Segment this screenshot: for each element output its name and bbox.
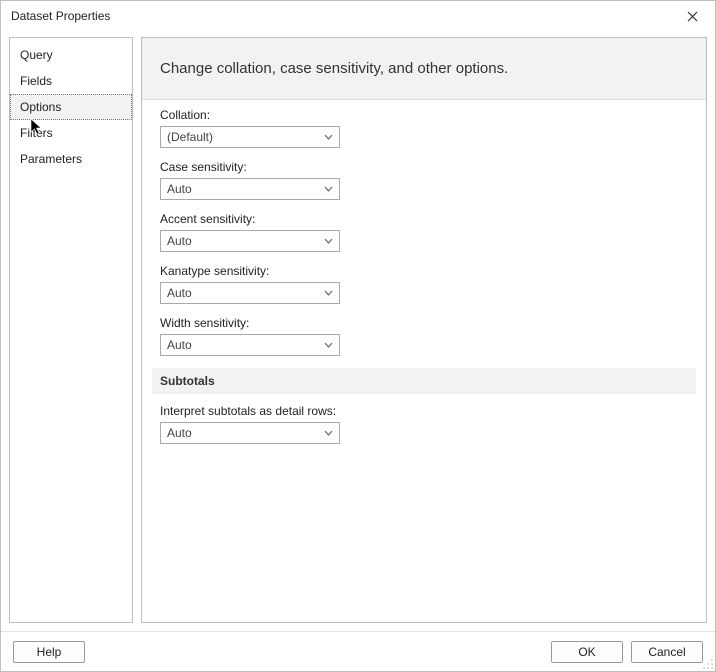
close-button[interactable]: [677, 6, 707, 26]
dialog-body: Query Fields Options Filters Parameters …: [1, 31, 715, 631]
subtotals-section-header: Subtotals: [152, 368, 696, 394]
sidebar: Query Fields Options Filters Parameters: [9, 37, 133, 623]
close-icon: [687, 11, 698, 22]
case-sensitivity-value: Auto: [167, 182, 323, 196]
chevron-down-icon: [323, 288, 333, 298]
sidebar-item-label: Fields: [20, 74, 52, 88]
sidebar-item-label: Options: [20, 100, 61, 114]
chevron-down-icon: [323, 132, 333, 142]
help-button[interactable]: Help: [13, 641, 85, 663]
titlebar: Dataset Properties: [1, 1, 715, 31]
field-collation: Collation: (Default): [160, 108, 688, 148]
accent-sensitivity-value: Auto: [167, 234, 323, 248]
sidebar-item-filters[interactable]: Filters: [10, 120, 132, 146]
chevron-down-icon: [323, 340, 333, 350]
page-heading: Change collation, case sensitivity, and …: [142, 38, 706, 100]
collation-value: (Default): [167, 130, 323, 144]
field-accent-sensitivity: Accent sensitivity: Auto: [160, 212, 688, 252]
interpret-subtotals-label: Interpret subtotals as detail rows:: [160, 404, 688, 418]
sidebar-item-label: Filters: [20, 126, 53, 140]
dialog-footer: Help OK Cancel: [1, 631, 715, 671]
dataset-properties-dialog: Dataset Properties Query Fields Options …: [0, 0, 716, 672]
sidebar-item-options[interactable]: Options: [10, 94, 132, 120]
kanatype-sensitivity-value: Auto: [167, 286, 323, 300]
field-kanatype-sensitivity: Kanatype sensitivity: Auto: [160, 264, 688, 304]
chevron-down-icon: [323, 236, 333, 246]
ok-button[interactable]: OK: [551, 641, 623, 663]
interpret-subtotals-select[interactable]: Auto: [160, 422, 340, 444]
cancel-button[interactable]: Cancel: [631, 641, 703, 663]
resize-grip-icon[interactable]: [702, 658, 714, 670]
kanatype-sensitivity-label: Kanatype sensitivity:: [160, 264, 688, 278]
width-sensitivity-label: Width sensitivity:: [160, 316, 688, 330]
collation-label: Collation:: [160, 108, 688, 122]
sidebar-item-fields[interactable]: Fields: [10, 68, 132, 94]
field-case-sensitivity: Case sensitivity: Auto: [160, 160, 688, 200]
chevron-down-icon: [323, 428, 333, 438]
dialog-title: Dataset Properties: [11, 9, 677, 23]
case-sensitivity-label: Case sensitivity:: [160, 160, 688, 174]
sidebar-item-parameters[interactable]: Parameters: [10, 146, 132, 172]
interpret-subtotals-value: Auto: [167, 426, 323, 440]
accent-sensitivity-select[interactable]: Auto: [160, 230, 340, 252]
kanatype-sensitivity-select[interactable]: Auto: [160, 282, 340, 304]
sidebar-item-label: Query: [20, 48, 53, 62]
width-sensitivity-value: Auto: [167, 338, 323, 352]
field-width-sensitivity: Width sensitivity: Auto: [160, 316, 688, 356]
main-panel: Change collation, case sensitivity, and …: [141, 37, 707, 623]
sidebar-item-label: Parameters: [20, 152, 82, 166]
case-sensitivity-select[interactable]: Auto: [160, 178, 340, 200]
width-sensitivity-select[interactable]: Auto: [160, 334, 340, 356]
collation-select[interactable]: (Default): [160, 126, 340, 148]
chevron-down-icon: [323, 184, 333, 194]
accent-sensitivity-label: Accent sensitivity:: [160, 212, 688, 226]
options-content: Collation: (Default) Case sensitivity: A…: [142, 100, 706, 622]
sidebar-item-query[interactable]: Query: [10, 42, 132, 68]
field-interpret-subtotals: Interpret subtotals as detail rows: Auto: [160, 404, 688, 444]
